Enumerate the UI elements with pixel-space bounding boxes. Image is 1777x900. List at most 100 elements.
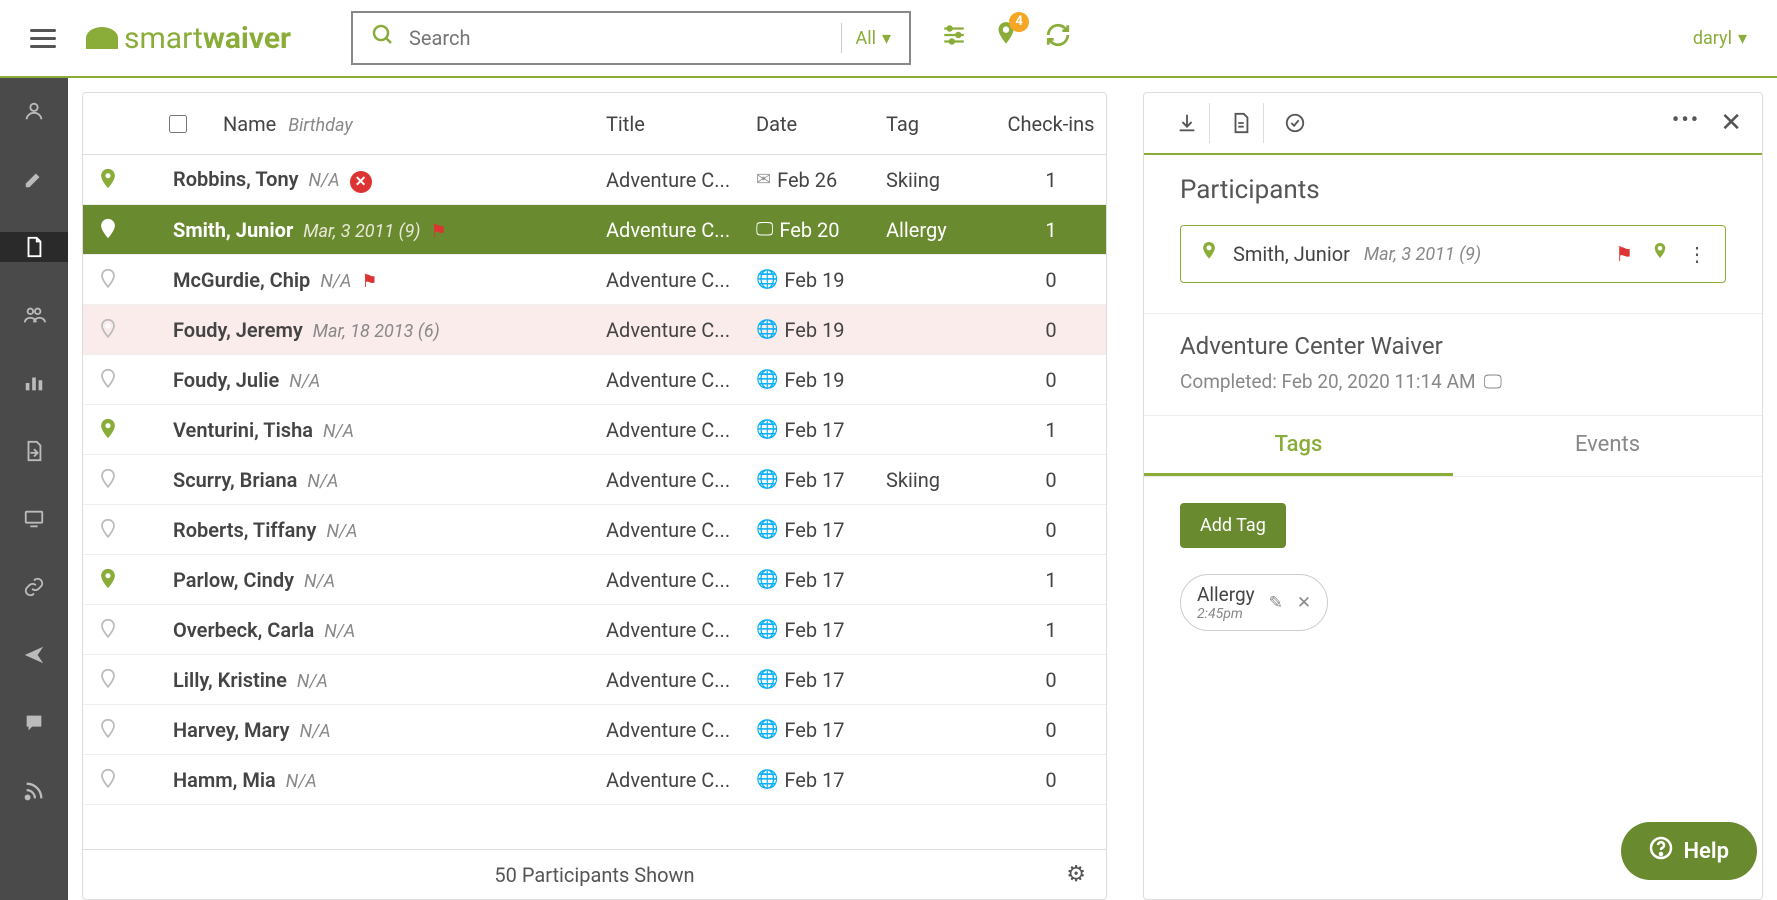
kebab-icon[interactable]: ⋮ — [1687, 242, 1707, 266]
col-header-date[interactable]: Date — [756, 112, 886, 136]
row-title: Adventure C... — [606, 568, 756, 592]
location-pin-icon[interactable] — [83, 668, 133, 692]
waiver-completed: Completed: Feb 20, 2020 11:14 AM🖵 — [1180, 370, 1726, 393]
col-header-tag[interactable]: Tag — [886, 112, 996, 136]
location-pin-icon[interactable] — [83, 768, 133, 792]
sidebar-group-icon[interactable] — [0, 300, 68, 330]
sidebar-export-icon[interactable] — [0, 436, 68, 466]
row-name: McGurdie, Chip — [173, 268, 310, 292]
table-row[interactable]: Harvey, Mary N/A Adventure C... 🌐Feb 17 … — [83, 705, 1106, 755]
waiver-title: Adventure Center Waiver — [1180, 332, 1726, 360]
sidebar-monitor-icon[interactable] — [0, 504, 68, 534]
hamburger-menu[interactable] — [30, 24, 56, 53]
row-checkins: 0 — [996, 368, 1106, 392]
table-row[interactable]: Smith, Junior Mar, 3 2011 (9) ⚑ Adventur… — [83, 205, 1106, 255]
row-date: 🌐Feb 19 — [756, 318, 886, 342]
help-button[interactable]: Help — [1621, 822, 1757, 880]
sidebar-edit-icon[interactable] — [0, 164, 68, 194]
download-icon[interactable] — [1164, 103, 1210, 143]
search-scope-dropdown[interactable]: All▾ — [856, 28, 892, 49]
sidebar-chart-icon[interactable] — [0, 368, 68, 398]
location-pin-icon[interactable] — [83, 568, 133, 592]
logo[interactable]: smartwaiver — [86, 21, 291, 56]
close-icon[interactable]: ✕ — [1720, 108, 1742, 138]
table-rows: Robbins, Tony N/A ✕ Adventure C... ✉Feb … — [83, 155, 1106, 849]
source-icon: 🌐 — [756, 269, 778, 290]
row-title: Adventure C... — [606, 368, 756, 392]
table-row[interactable]: Parlow, Cindy N/A Adventure C... 🌐Feb 17… — [83, 555, 1106, 605]
table-row[interactable]: Lilly, Kristine N/A Adventure C... 🌐Feb … — [83, 655, 1106, 705]
gear-icon[interactable]: ⚙ — [1066, 862, 1086, 887]
sidebar-link-icon[interactable] — [0, 572, 68, 602]
table-row[interactable]: Scurry, Briana N/A Adventure C... 🌐Feb 1… — [83, 455, 1106, 505]
participant-card[interactable]: Smith, Junior Mar, 3 2011 (9) ⚑ ⋮ — [1180, 225, 1726, 283]
row-name: Foudy, Julie — [173, 368, 279, 392]
location-pin-icon[interactable] — [83, 368, 133, 392]
location-pin-icon[interactable] — [83, 518, 133, 542]
table-row[interactable]: Hamm, Mia N/A Adventure C... 🌐Feb 17 0 — [83, 755, 1106, 805]
document-icon[interactable] — [1218, 103, 1264, 143]
tag-time: 2:45pm — [1197, 606, 1255, 622]
participants-table: NameBirthday Title Date Tag Check-ins Ro… — [82, 92, 1107, 900]
sidebar-user-icon[interactable] — [0, 96, 68, 126]
flag-icon[interactable]: ⚑ — [1615, 242, 1633, 266]
table-row[interactable]: Overbeck, Carla N/A Adventure C... 🌐Feb … — [83, 605, 1106, 655]
row-birthday: Mar, 3 2011 (9) — [303, 221, 420, 242]
error-icon: ✕ — [350, 171, 372, 193]
table-row[interactable]: Robbins, Tony N/A ✕ Adventure C... ✉Feb … — [83, 155, 1106, 205]
location-pin-icon[interactable] — [83, 218, 133, 242]
sidebar-send-icon[interactable] — [0, 640, 68, 670]
help-icon — [1649, 836, 1673, 866]
row-name: Harvey, Mary — [173, 718, 290, 742]
edit-tag-icon[interactable]: ✎ — [1269, 593, 1283, 613]
location-pin-icon[interactable] — [83, 468, 133, 492]
col-header-title[interactable]: Title — [606, 112, 756, 136]
sidebar-document-icon[interactable] — [0, 232, 68, 262]
source-icon: 🖵 — [756, 219, 773, 240]
location-pin-icon[interactable] — [83, 318, 133, 342]
location-pin-icon[interactable] — [83, 168, 133, 192]
table-row[interactable]: Roberts, Tiffany N/A Adventure C... 🌐Feb… — [83, 505, 1106, 555]
source-icon: 🌐 — [756, 369, 778, 390]
row-checkins: 0 — [996, 518, 1106, 542]
add-tag-button[interactable]: Add Tag — [1180, 503, 1286, 548]
location-pin-icon[interactable] — [83, 268, 133, 292]
filter-icon[interactable] — [941, 22, 967, 55]
chevron-down-icon: ▾ — [1738, 28, 1747, 49]
remove-tag-icon[interactable]: ✕ — [1297, 593, 1311, 613]
location-notif-icon[interactable]: 4 — [993, 20, 1019, 57]
sidebar-chat-icon[interactable] — [0, 708, 68, 738]
source-icon: 🌐 — [756, 419, 778, 440]
source-icon: 🌐 — [756, 669, 778, 690]
location-icon[interactable] — [1651, 241, 1669, 268]
location-pin-icon[interactable] — [83, 418, 133, 442]
select-all-checkbox[interactable] — [133, 115, 223, 133]
row-name: Overbeck, Carla — [173, 618, 314, 642]
table-row[interactable]: Foudy, Jeremy Mar, 18 2013 (6) Adventure… — [83, 305, 1106, 355]
table-header: NameBirthday Title Date Tag Check-ins — [83, 93, 1106, 155]
row-birthday: N/A — [326, 521, 357, 542]
tab-events[interactable]: Events — [1453, 416, 1762, 476]
col-header-checkins[interactable]: Check-ins — [996, 112, 1106, 136]
table-row[interactable]: McGurdie, Chip N/A ⚑ Adventure C... 🌐Feb… — [83, 255, 1106, 305]
check-circle-icon[interactable] — [1272, 103, 1318, 143]
tab-tags[interactable]: Tags — [1144, 416, 1453, 476]
user-menu[interactable]: daryl▾ — [1693, 28, 1747, 49]
search-box[interactable]: All▾ — [351, 11, 911, 65]
location-pin-icon[interactable] — [83, 618, 133, 642]
sidebar-rss-icon[interactable] — [0, 776, 68, 806]
row-date: 🌐Feb 17 — [756, 718, 886, 742]
table-row[interactable]: Venturini, Tisha N/A Adventure C... 🌐Feb… — [83, 405, 1106, 455]
location-pin-icon[interactable] — [83, 718, 133, 742]
refresh-icon[interactable] — [1045, 22, 1071, 55]
header-icons: 4 — [941, 20, 1071, 57]
source-icon: ✉ — [756, 169, 771, 190]
table-row[interactable]: Foudy, Julie N/A Adventure C... 🌐Feb 19 … — [83, 355, 1106, 405]
col-header-name[interactable]: NameBirthday — [223, 112, 606, 136]
participant-birthday: Mar, 3 2011 (9) — [1364, 244, 1481, 265]
source-icon: 🌐 — [756, 719, 778, 740]
desktop-icon: 🖵 — [1484, 370, 1502, 393]
more-icon[interactable]: ••• — [1672, 108, 1700, 138]
row-date: 🌐Feb 17 — [756, 568, 886, 592]
search-input[interactable] — [409, 26, 826, 50]
